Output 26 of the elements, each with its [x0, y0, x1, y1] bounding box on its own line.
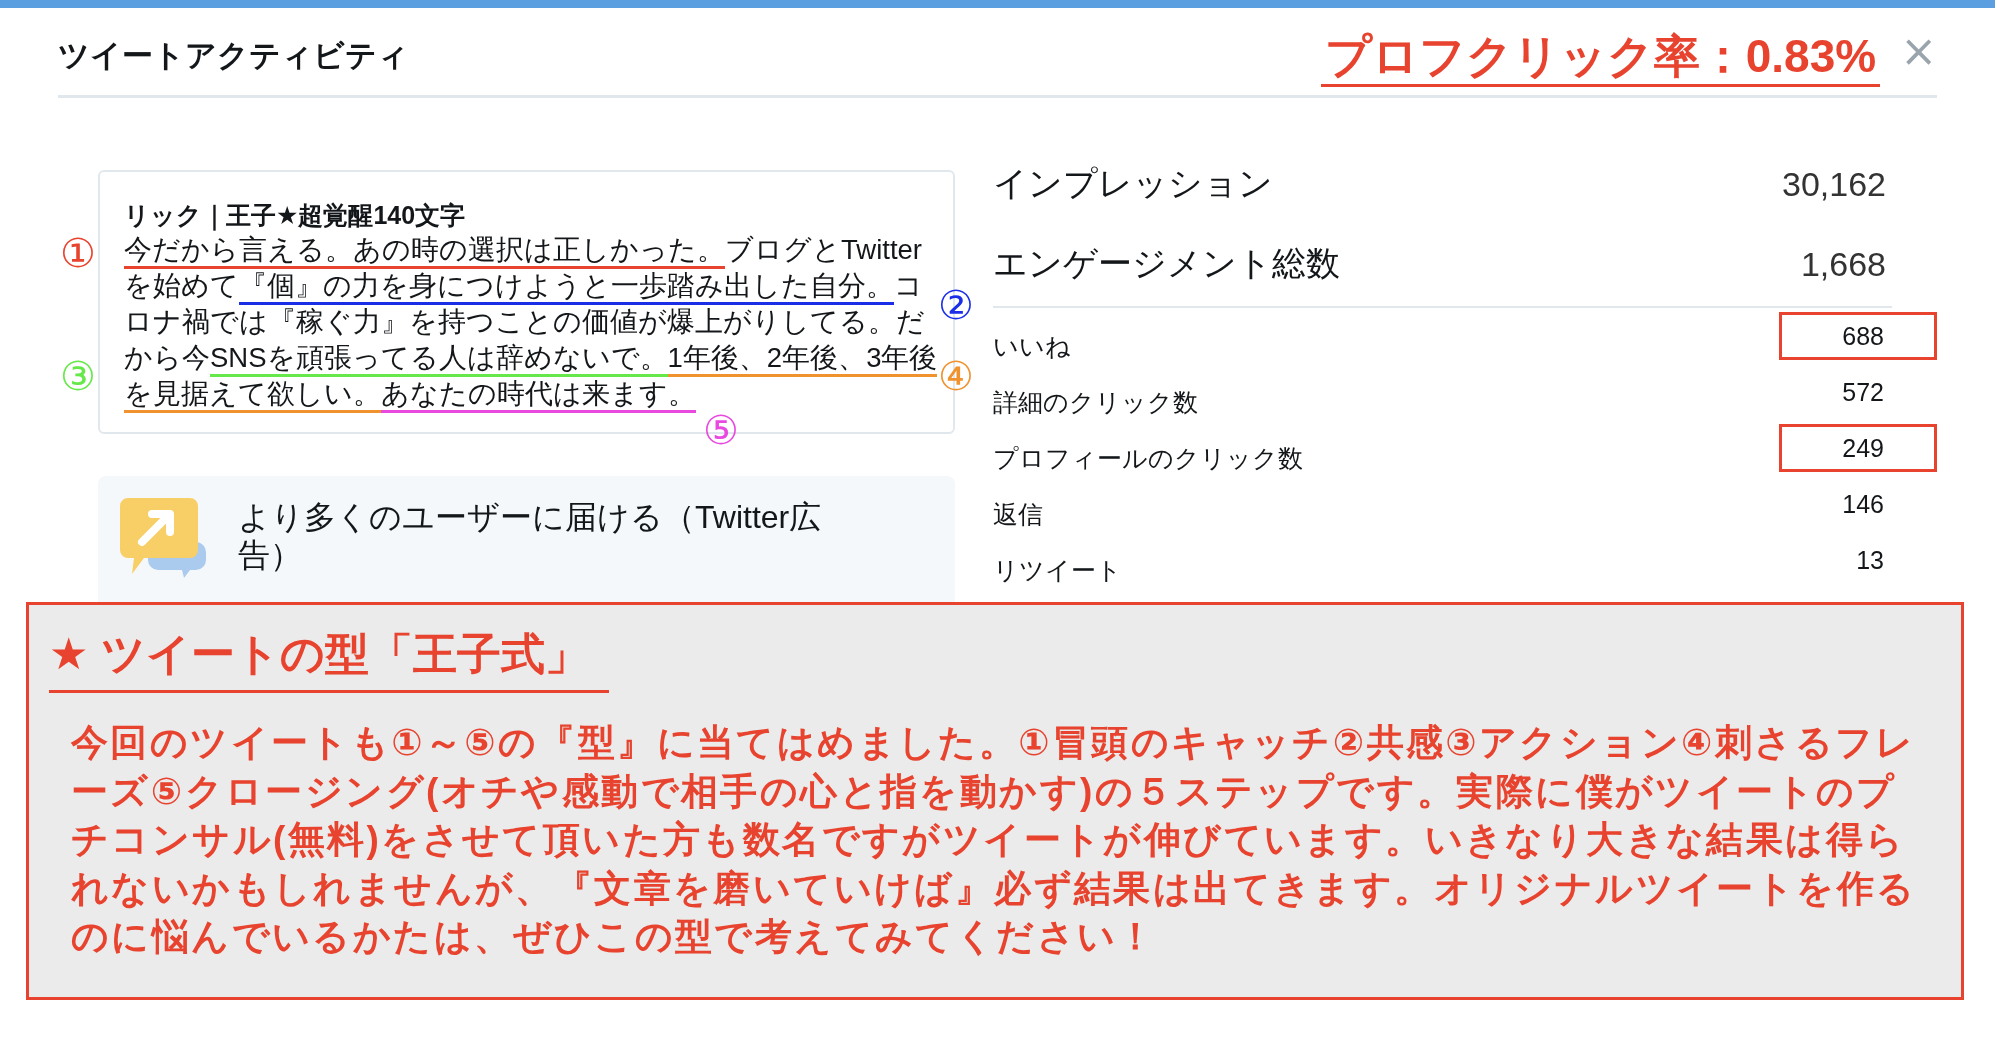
metric-label: エンゲージメント総数 [992, 243, 1340, 284]
metric-label: いいね [992, 331, 1071, 362]
promo-title: より多くのユーザーに届ける（Twitter広告） [238, 498, 823, 574]
tweet-text: 今だから言える。あの時の選択は正しかった。ブログとTwitterを始めて『個』の力を身につけようと一歩踏み出した自分。コロナ禍では『稼ぐ力』を持つことの価値が爆上がりしてる。だから今SNSを頑張ってる人は辞めないで。1年後、2年後、3年後を見据えて欲しい。あなたの時代は来ます。 [124, 232, 939, 412]
metric-label: インプレッション [992, 163, 1273, 204]
metric-value: 1,668 [1800, 244, 1886, 284]
tweet-author: リック｜王子★超覚醒140文字 [124, 200, 467, 232]
step-number: ① [60, 233, 96, 273]
profile-click-rate: プロフクリック率：0.83% [1320, 31, 1881, 87]
metric-value: 572 [1841, 377, 1885, 408]
highlighted-value: 249 [1779, 424, 1937, 472]
annotation-text: 今回のツイートも①～⑤の『型』に当てはめました。①冒頭のキャッチ②共感③アクション④刺さるフレーズ⑤クロージング(オチや感動で相手の心と指を動かす)の５ステップです。実際に僕がツイートのプチコンサル(無料)をさせて頂いた方も数名ですがツイートが伸びています。いきなり大きな結果は得られないかもしれませんが、『文章を磨いていけば』必ず結果は出てきます。オリジナルツイートを作るのに悩んでいるかたは、ぜひこの型で考えてみてください！ [71, 721, 1918, 959]
step-number: ⑤ [703, 410, 739, 450]
metric-label: 返信 [992, 499, 1043, 530]
metric-label: 詳細のクリック数 [992, 387, 1198, 418]
metric-value: 30,162 [1782, 164, 1886, 204]
step-number: ③ [60, 356, 96, 396]
step-number: ④ [938, 356, 974, 396]
metric-label: プロフィールのクリック数 [992, 443, 1303, 474]
metric-value: 146 [1841, 489, 1885, 520]
annotation-heading: ★ ツイートの型「王子式」 [49, 625, 609, 693]
highlighted-value: 688 [1779, 312, 1937, 360]
step-number: ② [938, 285, 974, 325]
metric-label: リツイート [992, 555, 1122, 586]
dialog-title: ツイートアクティビティ [58, 37, 409, 75]
metric-value: 13 [1855, 545, 1885, 576]
